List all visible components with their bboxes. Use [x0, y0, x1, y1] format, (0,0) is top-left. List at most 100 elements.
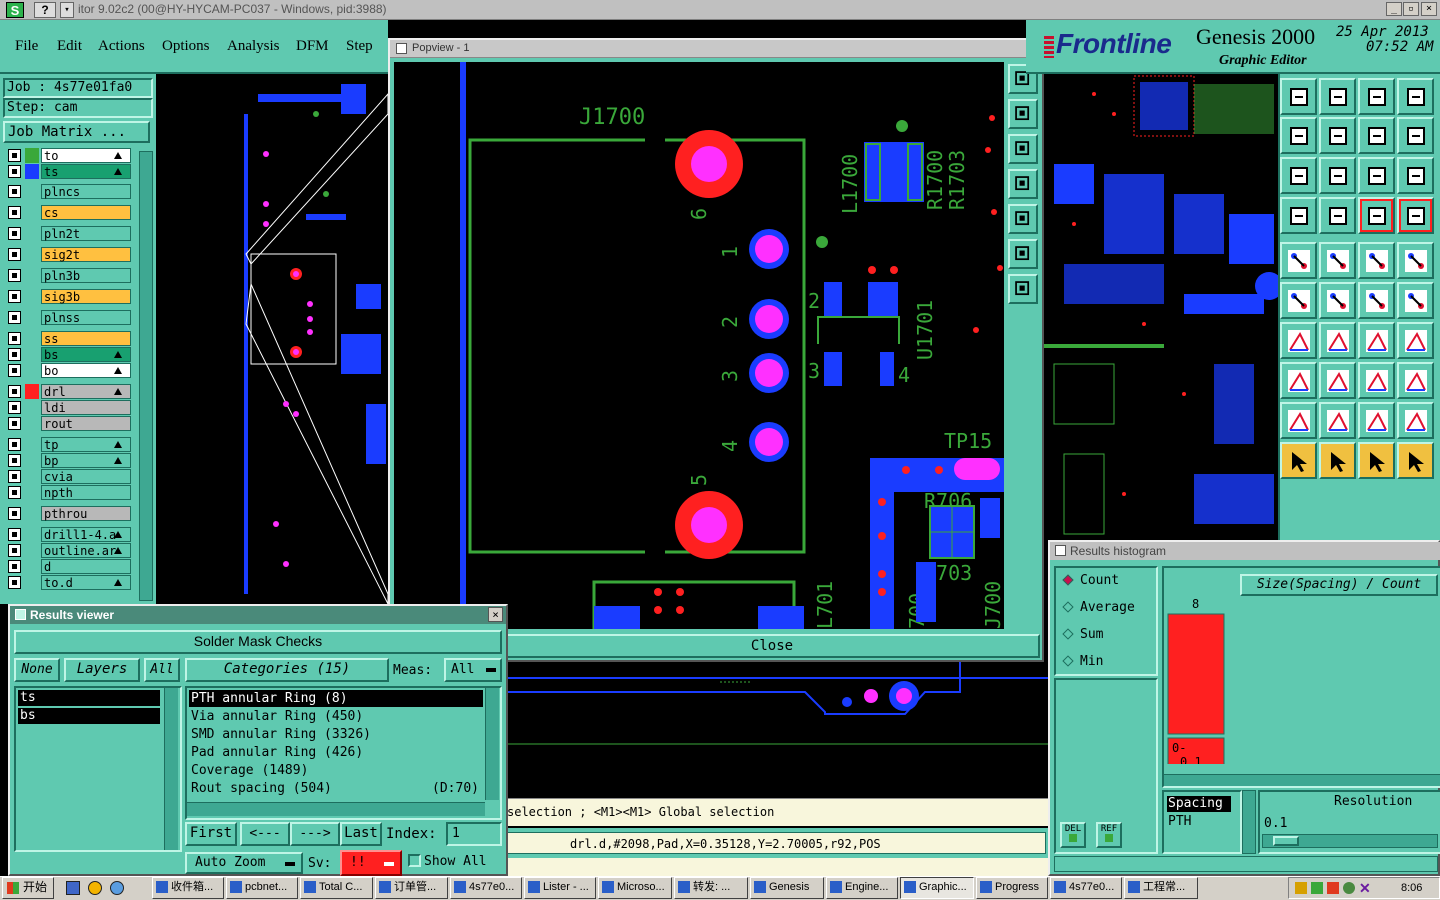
layer-row-16[interactable]: bp: [8, 453, 131, 469]
taskbar-item[interactable]: Engine...: [826, 877, 898, 899]
layer-name[interactable]: ldi: [41, 400, 131, 415]
ie-icon[interactable]: [88, 881, 102, 895]
layer-checkbox[interactable]: [8, 560, 21, 573]
layer-row-17[interactable]: cvia: [8, 469, 131, 485]
layer-row-18[interactable]: npth: [8, 485, 131, 501]
app-icon[interactable]: S: [6, 2, 24, 18]
close-button[interactable]: ×: [1421, 2, 1437, 16]
layer-name[interactable]: pthrou: [41, 506, 131, 521]
category-item[interactable]: PTH annular Ring (8): [189, 690, 483, 707]
peak-icon[interactable]: [1319, 402, 1356, 439]
layer-result-list[interactable]: ts bs: [14, 686, 182, 852]
layer-checkbox[interactable]: [8, 290, 21, 303]
menu-dfm[interactable]: DFM: [296, 38, 329, 55]
right-canvas[interactable]: [1044, 74, 1278, 544]
layer-checkbox[interactable]: [8, 528, 21, 541]
layer-name[interactable]: cvia: [41, 469, 131, 484]
category-item[interactable]: Rout spacing (504) (D:70): [189, 780, 483, 797]
previous-button[interactable]: <---: [240, 822, 290, 846]
layer-name[interactable]: cs: [41, 205, 131, 220]
layer-checkbox[interactable]: [8, 438, 21, 451]
select-layers-button[interactable]: Layers: [64, 658, 140, 682]
desktop-icon[interactable]: [66, 881, 80, 895]
layer-checkbox[interactable]: [8, 364, 21, 377]
results-viewer-close-icon[interactable]: ×: [488, 607, 503, 622]
layer-name[interactable]: pln3b: [41, 268, 131, 283]
taskbar-item[interactable]: Graphic...: [900, 877, 974, 899]
layer-checkbox[interactable]: [8, 454, 21, 467]
drill-icon[interactable]: [1397, 197, 1434, 234]
layer-row-23[interactable]: to.d: [8, 575, 131, 591]
layer-name[interactable]: plnss: [41, 310, 131, 325]
layer-name[interactable]: plncs: [41, 184, 131, 199]
layer-checkbox[interactable]: [8, 149, 21, 162]
start-button[interactable]: 开始: [2, 877, 54, 899]
layer-row-4[interactable]: pln2t: [8, 226, 131, 242]
histogram-option-count[interactable]: Count: [1062, 572, 1119, 590]
layer-checkbox[interactable]: [8, 185, 21, 198]
cross-icon[interactable]: [1319, 282, 1356, 319]
histogram-option-min[interactable]: Min: [1062, 653, 1103, 671]
histogram-hscrollbar[interactable]: [1164, 774, 1440, 786]
rotate-icon[interactable]: [1358, 117, 1395, 154]
tray-close-icon[interactable]: ✕: [1359, 880, 1371, 897]
category-item[interactable]: SMD annular Ring (3326): [189, 726, 483, 743]
tray-pen-icon[interactable]: [1295, 882, 1307, 894]
meas-dropdown[interactable]: All: [444, 658, 502, 682]
del-button[interactable]: DEL: [1060, 822, 1086, 848]
tray-settings-icon[interactable]: [1343, 882, 1355, 894]
layer-row-6[interactable]: pln3b: [8, 268, 131, 284]
ref-button[interactable]: REF: [1096, 822, 1122, 848]
layer-name[interactable]: npth: [41, 485, 131, 500]
layer-checkbox[interactable]: [8, 507, 21, 520]
layer-checkbox[interactable]: [8, 332, 21, 345]
layer-checkbox[interactable]: [8, 576, 21, 589]
center-icon[interactable]: [1008, 274, 1038, 304]
media-icon[interactable]: [110, 881, 124, 895]
layer-list-scrollbar[interactable]: [164, 688, 178, 850]
layer-toggle-icon[interactable]: [1358, 197, 1395, 234]
pointer-area-icon[interactable]: [1358, 442, 1395, 479]
layer-row-12[interactable]: drl: [8, 384, 131, 400]
line-icon[interactable]: [1319, 322, 1356, 359]
pan-right-icon[interactable]: [1008, 204, 1038, 234]
layer-checkbox[interactable]: [8, 269, 21, 282]
home-icon[interactable]: [1280, 78, 1317, 115]
select-none-button[interactable]: None: [14, 658, 60, 682]
save-icon[interactable]: [1319, 78, 1356, 115]
layer-checkbox[interactable]: [8, 401, 21, 414]
dropdown-icon[interactable]: ▾: [60, 2, 74, 18]
layer-name[interactable]: sig3b: [41, 289, 131, 304]
popview-close-button[interactable]: Close: [504, 634, 1040, 658]
layer-result-item[interactable]: bs: [18, 708, 160, 724]
layer-checkbox[interactable]: [8, 165, 21, 178]
layer-name[interactable]: pln2t: [41, 226, 131, 241]
taskbar-item[interactable]: Lister - ...: [524, 877, 596, 899]
histogram-option-sum[interactable]: Sum: [1062, 626, 1103, 644]
layer-row-14[interactable]: rout: [8, 416, 131, 432]
layer-checkbox[interactable]: [8, 248, 21, 261]
resolution-slider-thumb[interactable]: [1273, 836, 1299, 846]
popview-canvas[interactable]: J1700 6 1 2 3 4 5 L1700 R1700 R1703 U170…: [394, 62, 1004, 629]
zoom-out-icon[interactable]: [1008, 134, 1038, 164]
move-left-icon[interactable]: [1280, 117, 1317, 154]
layer-checkbox[interactable]: [8, 417, 21, 430]
layer-row-21[interactable]: outline.ar: [8, 543, 131, 559]
category-list-scrollbar[interactable]: [485, 688, 499, 800]
menu-options[interactable]: Options: [162, 38, 210, 55]
text-icon[interactable]: [1397, 322, 1434, 359]
category-list[interactable]: PTH annular Ring (8) Via annular Ring (45…: [185, 686, 502, 820]
grid-icon[interactable]: [1319, 197, 1356, 234]
layer-row-20[interactable]: drill1-4.a: [8, 527, 131, 543]
layer-row-9[interactable]: ss: [8, 331, 131, 347]
resolution-slider[interactable]: [1262, 834, 1438, 848]
taskbar-item[interactable]: 订单管...: [375, 877, 448, 899]
angle-icon[interactable]: [1280, 322, 1317, 359]
taskbar-item[interactable]: 转发: ...: [674, 877, 748, 899]
layer-name[interactable]: ss: [41, 331, 131, 346]
layer-name[interactable]: rout: [41, 416, 131, 431]
pad-add-icon[interactable]: [1280, 242, 1317, 279]
layer-checkbox[interactable]: [8, 544, 21, 557]
measure-item-pth[interactable]: PTH: [1167, 814, 1191, 829]
layer-row-1[interactable]: ts: [8, 164, 131, 180]
